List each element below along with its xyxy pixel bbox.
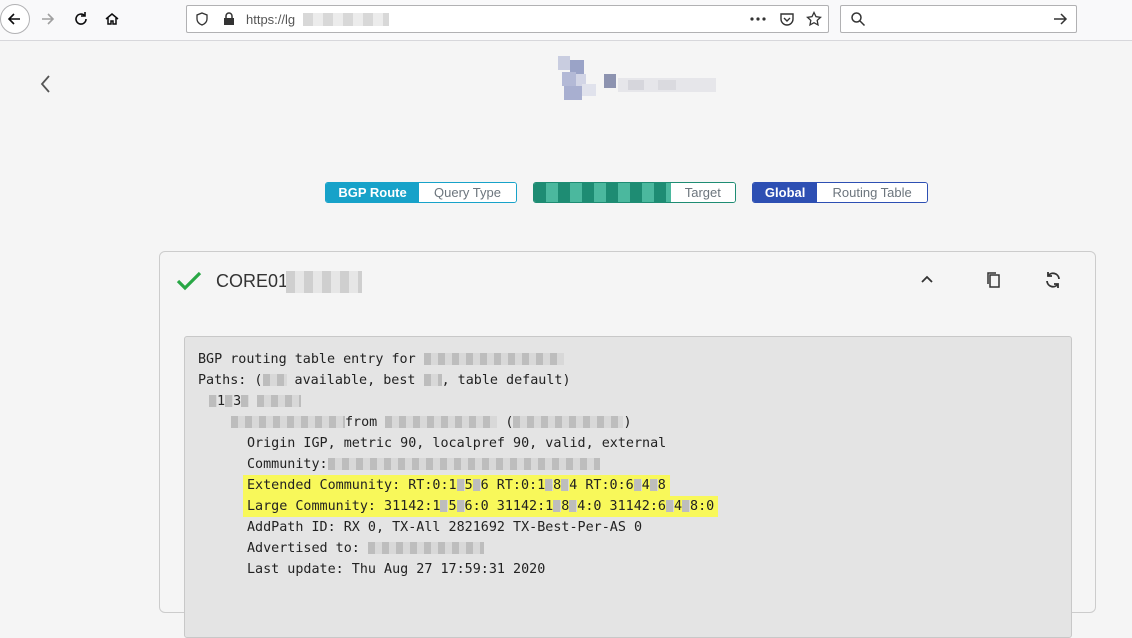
routing-table-label: Routing Table xyxy=(817,183,927,202)
output-line-addpath: AddPath ID: RX 0, TX-All 2821692 TX-Best… xyxy=(247,520,643,535)
url-text: https://lg xyxy=(246,12,296,27)
search-icon xyxy=(851,12,866,27)
routing-table-selector[interactable]: Global Routing Table xyxy=(752,182,928,203)
router-name-redacted xyxy=(286,271,362,293)
output-line-as-path: 13 xyxy=(209,391,302,412)
site-logo xyxy=(558,56,716,100)
query-type-selector[interactable]: BGP Route Query Type xyxy=(325,182,517,203)
shield-icon[interactable] xyxy=(195,12,209,26)
browser-toolbar: https://lg xyxy=(0,0,1132,41)
output-line-from: from () xyxy=(231,412,632,433)
target-selector[interactable]: Target xyxy=(533,182,736,203)
target-label: Target xyxy=(670,183,735,202)
pocket-icon[interactable] xyxy=(779,11,795,27)
output-line-community: Community: xyxy=(247,454,600,475)
output-line-extended-community: Extended Community: RT:0:1 5 6 RT:0:1 8 4 RT… xyxy=(243,475,670,496)
page-back-icon[interactable] xyxy=(36,72,56,96)
back-icon xyxy=(7,13,20,25)
output-line-large-community: Large Community: 31142:1 5 6:0 31142:1 8 4:0… xyxy=(243,496,719,517)
query-type-label: Query Type xyxy=(419,183,516,202)
copy-icon[interactable] xyxy=(985,271,1001,289)
target-value-redacted xyxy=(534,183,671,202)
reload-icon xyxy=(75,12,87,25)
output-line-entry: BGP routing table entry for xyxy=(198,349,564,370)
routing-table-value: Global xyxy=(753,183,818,202)
chevron-up-icon[interactable] xyxy=(920,274,934,284)
forward-icon xyxy=(42,13,55,25)
output-line-last-update: Last update: Thu Aug 27 17:59:31 2020 xyxy=(247,562,546,577)
refresh-icon[interactable] xyxy=(1044,271,1062,289)
more-icon[interactable] xyxy=(750,17,766,21)
check-icon xyxy=(176,271,202,291)
star-icon[interactable] xyxy=(806,11,822,27)
reload-button[interactable] xyxy=(66,4,96,34)
output-line-advertised: Advertised to: xyxy=(247,538,484,559)
router-name: CORE01 xyxy=(216,271,289,291)
result-card: CORE01 BGP routing table entry for Paths… xyxy=(159,251,1096,638)
go-arrow-icon[interactable] xyxy=(1052,11,1068,27)
output-line-paths: Paths: ( available, best , table default… xyxy=(198,373,571,388)
bgp-output: BGP routing table entry for Paths: ( ava… xyxy=(184,336,1072,638)
home-button[interactable] xyxy=(97,4,127,34)
home-icon xyxy=(105,13,119,25)
forward-button[interactable] xyxy=(32,4,62,34)
url-redacted xyxy=(303,13,389,26)
lock-icon[interactable] xyxy=(223,12,235,26)
back-button[interactable] xyxy=(0,4,30,34)
output-line-origin: Origin IGP, metric 90, localpref 90, val… xyxy=(247,436,667,451)
query-type-value: BGP Route xyxy=(326,183,420,202)
search-bar[interactable] xyxy=(840,5,1077,33)
address-bar[interactable]: https://lg xyxy=(186,5,829,33)
